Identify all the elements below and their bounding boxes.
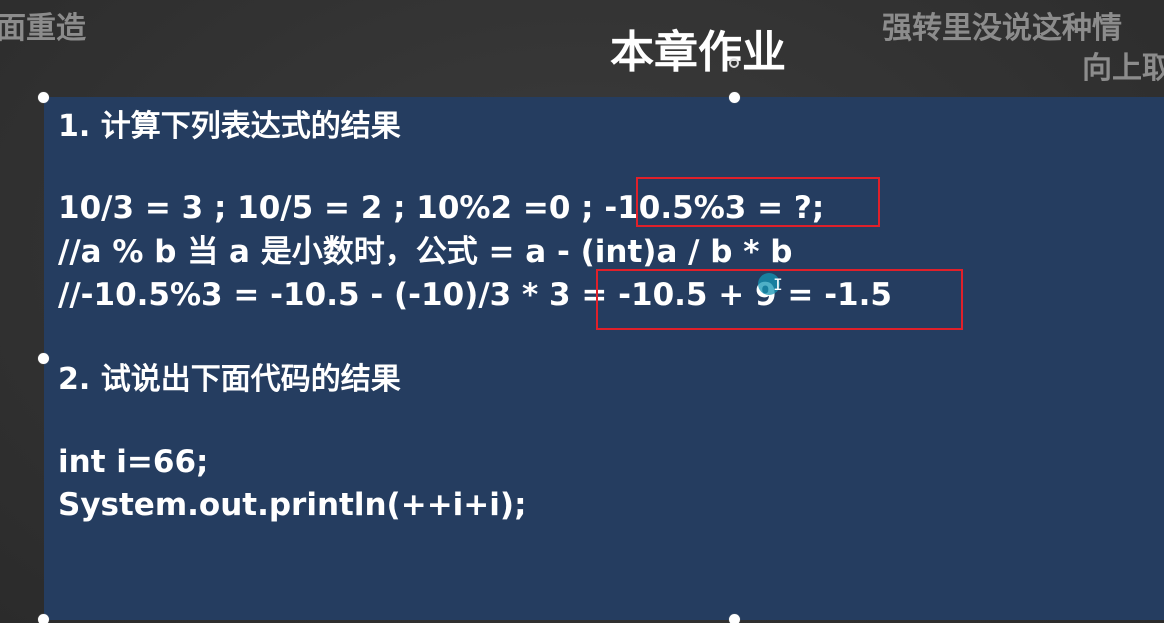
resize-handle-bottom-left[interactable]: [38, 614, 49, 623]
resize-handle-bottom-middle[interactable]: [729, 614, 740, 623]
code-line-println: System.out.println(++i+i);: [58, 487, 527, 523]
resize-handle-top-left[interactable]: [38, 92, 49, 103]
content-text-box[interactable]: [44, 97, 1164, 620]
background-left-text: 面重造: [0, 11, 86, 46]
background-right-text-2: 向上取: [1082, 51, 1164, 86]
resize-handle-top-middle[interactable]: [729, 92, 740, 103]
slide-editor-canvas: 面重造 强转里没说这种情 向上取 本章作业 1. 计算下列表达式的结果 10/3…: [0, 0, 1164, 623]
question-1-heading: 1. 计算下列表达式的结果: [58, 109, 401, 144]
code-line-declaration: int i=66;: [58, 444, 209, 480]
rotate-handle-icon[interactable]: [729, 58, 739, 68]
background-right-text-1: 强转里没说这种情: [882, 11, 1122, 46]
resize-handle-middle-left[interactable]: [38, 353, 49, 364]
text-cursor-icon: I: [773, 275, 783, 294]
slide-title[interactable]: 本章作业: [610, 16, 786, 80]
highlight-box-question: [636, 177, 880, 227]
question-2-heading: 2. 试说出下面代码的结果: [58, 362, 401, 397]
formula-comment-line: //a % b 当 a 是小数时，公式 = a - (int)a / b * b: [58, 234, 793, 270]
